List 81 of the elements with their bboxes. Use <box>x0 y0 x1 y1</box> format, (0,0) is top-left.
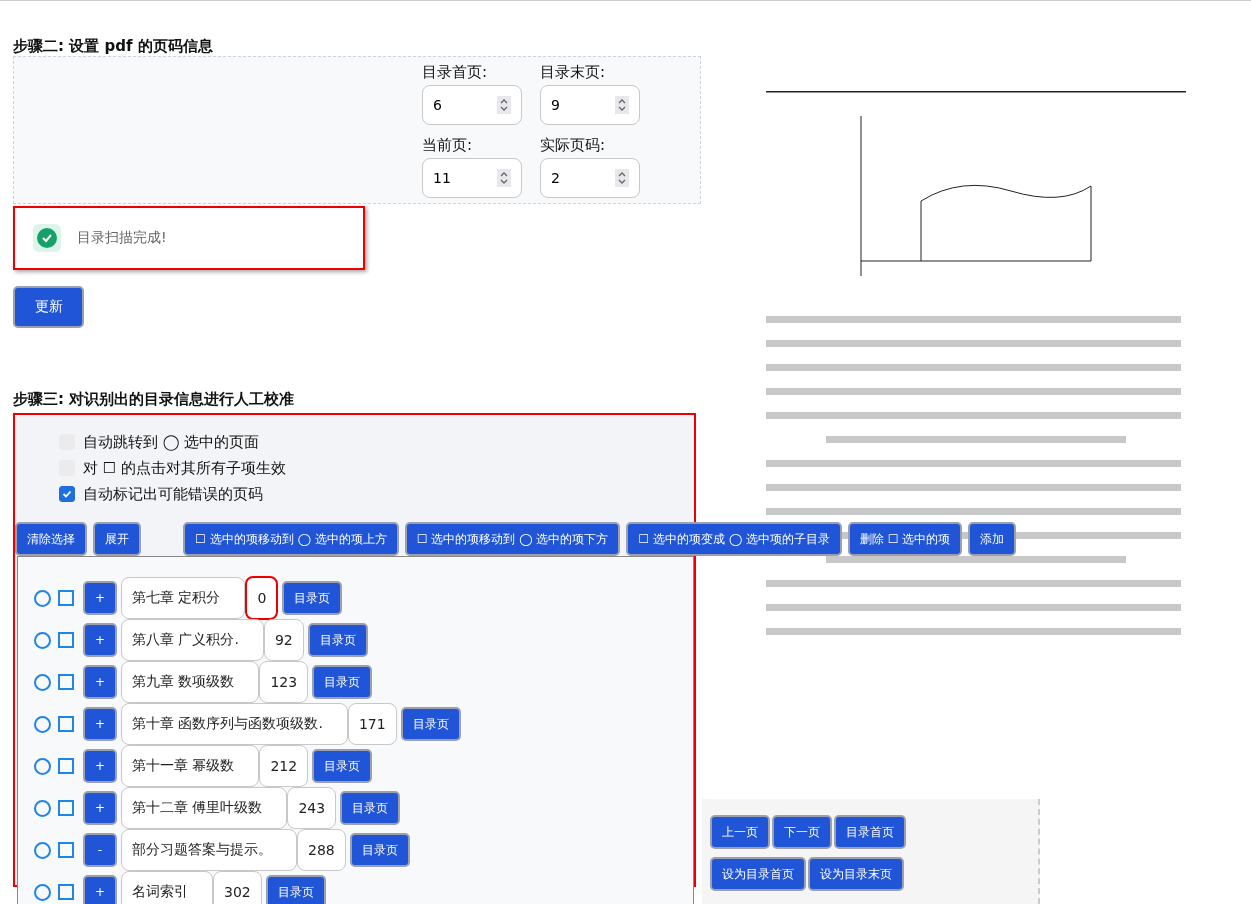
radio-button[interactable] <box>34 799 51 817</box>
spinner-icon[interactable] <box>615 169 629 187</box>
nav-button[interactable]: 上一页 <box>710 815 770 849</box>
page-field[interactable]: 171 <box>347 703 397 745</box>
checkbox[interactable] <box>58 884 74 900</box>
toggle-button[interactable]: + <box>83 791 117 825</box>
field-label: 实际页码: <box>540 136 607 156</box>
checkbox[interactable] <box>58 590 74 606</box>
checkbox[interactable] <box>58 758 74 774</box>
checkbox[interactable] <box>58 632 74 648</box>
toggle-button[interactable]: + <box>83 623 117 657</box>
toggle-button[interactable]: + <box>83 707 117 741</box>
checkbox[interactable] <box>58 842 74 858</box>
page-field[interactable]: 92 <box>263 619 304 661</box>
title-field[interactable]: 第十章 函数序列与函数项级数. <box>121 703 348 745</box>
toolbar-button[interactable]: 清除选择 <box>15 522 87 556</box>
toolbar-button[interactable]: 删除 ☐ 选中的项 <box>847 522 963 556</box>
title-field[interactable]: 第十二章 傅里叶级数 <box>121 787 288 829</box>
toggle-button[interactable]: - <box>83 833 117 867</box>
toggle-button[interactable]: + <box>83 665 117 699</box>
page-field[interactable]: 243 <box>287 787 337 829</box>
toolbar-button[interactable]: ☐ 选中的项移动到 ◯ 选中的项下方 <box>404 522 621 556</box>
number-input[interactable]: 2 <box>540 158 640 198</box>
field-label: 当前页: <box>422 136 474 156</box>
radio-button[interactable] <box>34 589 51 607</box>
spinner-icon[interactable] <box>497 169 511 187</box>
update-button[interactable]: 更新 <box>13 286 84 328</box>
toggle-button[interactable]: + <box>83 581 117 615</box>
option-label: 自动标记出可能错误的页码 <box>83 484 263 504</box>
option-label: 对 ☐ 的点击对其所有子项生效 <box>83 458 286 478</box>
radio-button[interactable] <box>34 631 51 649</box>
title-field[interactable]: 第七章 定积分 <box>121 577 246 619</box>
page-field[interactable]: 212 <box>259 745 309 787</box>
toggle-button[interactable]: + <box>83 875 117 904</box>
toc-page-button[interactable]: 目录页 <box>265 875 326 904</box>
toc-page-button[interactable]: 目录页 <box>312 749 373 783</box>
toc-page-button[interactable]: 目录页 <box>400 707 461 741</box>
toolbar-button[interactable]: 展开 <box>93 522 141 556</box>
toolbar-button[interactable]: ☐ 选中的项变成 ◯ 选中项的子目录 <box>626 522 842 556</box>
checkbox[interactable] <box>59 486 75 502</box>
number-input[interactable]: 11 <box>422 158 522 198</box>
nav-button[interactable]: 下一页 <box>772 815 832 849</box>
radio-button[interactable] <box>34 883 51 901</box>
section-heading: 步骤三: 对识别出的目录信息进行人工校准 <box>13 390 296 409</box>
spinner-icon[interactable] <box>615 96 629 114</box>
toc-page-button[interactable]: 目录页 <box>312 665 373 699</box>
radio-button[interactable] <box>34 673 51 691</box>
toc-page-button[interactable]: 目录页 <box>340 791 401 825</box>
title-field[interactable]: 第九章 数项级数 <box>121 661 260 703</box>
title-field[interactable]: 第十一章 幂级数 <box>121 745 260 787</box>
toc-page-button[interactable]: 目录页 <box>307 623 368 657</box>
alert-message: 目录扫描完成! <box>77 229 167 247</box>
nav-button[interactable]: 目录首页 <box>834 815 906 849</box>
page-field[interactable]: 123 <box>259 661 309 703</box>
field-label: 目录末页: <box>540 63 607 83</box>
number-input[interactable]: 9 <box>540 85 640 125</box>
number-input[interactable]: 6 <box>422 85 522 125</box>
radio-button[interactable] <box>34 757 51 775</box>
checkbox[interactable] <box>58 716 74 732</box>
nav-button[interactable]: 设为目录首页 <box>710 857 806 891</box>
checkmark-icon <box>62 489 72 499</box>
section-heading: 步骤二: 设置 pdf 的页码信息 <box>13 37 214 56</box>
toolbar-button[interactable]: ☐ 选中的项移动到 ◯ 选中的项上方 <box>183 522 399 556</box>
title-field[interactable]: 部分习题答案与提示。 <box>121 829 297 871</box>
page-field[interactable]: 288 <box>297 829 346 871</box>
title-field[interactable]: 第八章 广义积分. <box>121 619 264 661</box>
toggle-button[interactable]: + <box>83 749 117 783</box>
title-field[interactable]: 名词索引 <box>121 871 213 904</box>
option-label: 自动跳转到 ◯ 选中的页面 <box>83 432 260 452</box>
checkbox[interactable] <box>58 674 74 690</box>
spinner-icon[interactable] <box>497 96 511 114</box>
toc-page-button[interactable]: 目录页 <box>349 833 410 867</box>
radio-button[interactable] <box>34 841 51 859</box>
radio-button[interactable] <box>34 715 51 733</box>
toolbar-button[interactable]: 添加 <box>968 522 1017 556</box>
toc-page-button[interactable]: 目录页 <box>282 581 343 615</box>
page-field[interactable]: 302 <box>213 871 262 904</box>
field-label: 目录首页: <box>422 63 489 83</box>
page-field[interactable]: 0 <box>245 576 279 620</box>
checkbox[interactable] <box>58 800 74 816</box>
nav-button[interactable]: 设为目录末页 <box>808 857 904 891</box>
